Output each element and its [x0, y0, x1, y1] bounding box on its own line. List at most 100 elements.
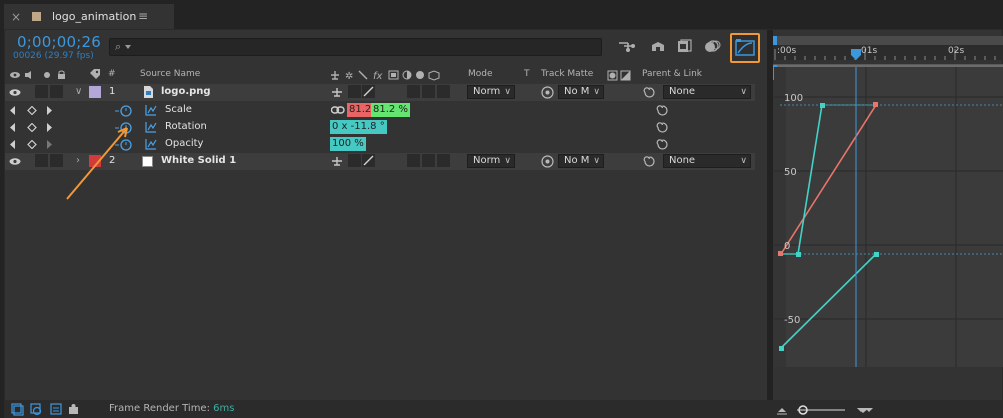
lock-switch[interactable] — [50, 85, 63, 98]
annotation-arrow-icon — [66, 127, 128, 200]
shy-switch-icon[interactable] — [331, 156, 343, 168]
keyframe-navigator[interactable] — [9, 123, 55, 132]
quality-switch-icon[interactable] — [362, 85, 375, 98]
motion-blur-switch[interactable] — [407, 85, 420, 98]
frame-render-time-label: Frame Render Time: — [109, 403, 210, 414]
motion-blur-switch[interactable] — [407, 154, 420, 167]
track-matte-select[interactable]: No M ∨ — [558, 85, 604, 99]
parent-value: None — [669, 155, 696, 166]
matte-header-icons — [607, 70, 631, 81]
current-time-display[interactable]: 0;00;00;26 — [17, 33, 101, 51]
composition-tab[interactable]: × logo_animation ≡ — [4, 4, 174, 29]
svg-text:✲: ✲ — [345, 71, 353, 81]
track-matte-select[interactable]: No M ∨ — [558, 154, 604, 168]
property-pick-whip-icon[interactable] — [656, 121, 669, 134]
search-icon: ⌕ — [115, 40, 122, 53]
3d-layer-switch[interactable] — [437, 85, 450, 98]
close-tab-icon[interactable]: × — [11, 10, 21, 24]
panel-splitter[interactable] — [767, 30, 773, 418]
parent-select[interactable]: None ∨ — [663, 85, 751, 99]
timeline-panel: 0;00;00;26 00026 (29.97 fps) ⌕ # Source — [4, 29, 1003, 418]
graph-editor-area[interactable]: 100 50 0 -50 — [774, 67, 1003, 367]
motion-blur-icon[interactable] — [701, 38, 723, 56]
time-ruler-graphic — [773, 36, 1003, 60]
column-parent-link[interactable]: Parent & Link — [642, 69, 702, 79]
collapse-switch[interactable] — [348, 154, 361, 167]
column-number: # — [108, 69, 116, 79]
layer-switches-header-icons: ✲ fx — [331, 70, 440, 81]
track-matte-value: No M — [564, 86, 590, 97]
panel-menu-icon[interactable]: ≡ — [138, 9, 148, 23]
value-graph — [774, 67, 1003, 367]
parent-pick-whip-icon[interactable] — [643, 86, 656, 99]
column-mode[interactable]: Mode — [468, 69, 493, 79]
property-name-opacity: Opacity — [165, 138, 204, 149]
blend-mode-select[interactable]: Norm ∨ — [467, 154, 515, 168]
y-label-0: 0 — [784, 241, 791, 252]
layer-name[interactable]: White Solid 1 — [161, 155, 236, 166]
keyframe-navigator[interactable] — [9, 106, 55, 115]
svg-text:fx: fx — [373, 71, 383, 81]
property-name-scale: Scale — [165, 104, 192, 115]
keyframe-navigator[interactable] — [9, 140, 55, 149]
stopwatch-icon[interactable] — [113, 103, 145, 117]
blend-mode-select[interactable]: Norm ∨ — [467, 85, 515, 99]
adjustment-switch[interactable] — [422, 154, 435, 167]
track-matte-value: No M — [564, 155, 590, 166]
time-ruler[interactable]: :00s 01s 02s — [773, 36, 1003, 60]
property-pick-whip-icon[interactable] — [656, 104, 669, 117]
graph-include-icon[interactable] — [145, 104, 157, 116]
quality-switch-icon[interactable] — [362, 154, 375, 167]
preserve-transparency-icon[interactable] — [541, 86, 554, 99]
column-source-name[interactable]: Source Name — [140, 69, 200, 79]
rotation-value[interactable]: 0 x -11.8 ° — [330, 120, 387, 134]
solid-layer-icon — [142, 156, 153, 167]
frame-count-display: 00026 (29.97 fps) — [13, 51, 94, 61]
shy-switch-icon[interactable] — [331, 87, 343, 99]
frame-blending-icon[interactable] — [674, 38, 696, 56]
frame-render-time-value: 6ms — [213, 403, 235, 414]
solo-switch[interactable] — [35, 85, 48, 98]
ruler-label-1s: 01s — [861, 46, 878, 56]
column-track-matte[interactable]: Track Matte — [541, 69, 593, 79]
blend-mode-value: Norm — [473, 86, 501, 97]
property-name-rotation: Rotation — [165, 121, 207, 132]
property-pick-whip-icon[interactable] — [656, 138, 669, 151]
layer-row-1[interactable]: ∨ 1 logo.png Norm ∨ No M ∨ None ∨ — [5, 84, 755, 101]
scale-x-value[interactable]: 81.2 — [347, 103, 374, 117]
solo-switch[interactable] — [35, 154, 48, 167]
y-label-100: 100 — [784, 93, 804, 104]
parent-pick-whip-icon[interactable] — [643, 155, 656, 168]
ruler-label-2s: 02s — [948, 46, 965, 56]
collapse-chevron-icon[interactable]: ∨ — [75, 86, 82, 97]
shy-layers-icon[interactable] — [647, 38, 669, 56]
layer-name[interactable]: logo.png — [161, 86, 211, 97]
preserve-transparency-icon[interactable] — [541, 155, 554, 168]
constrain-proportions-icon[interactable] — [331, 105, 345, 115]
footage-file-icon — [144, 86, 153, 98]
video-eye-icon[interactable] — [9, 157, 21, 166]
opacity-value[interactable]: 100 % — [330, 137, 366, 151]
adjustment-switch[interactable] — [422, 85, 435, 98]
composition-title: logo_animation — [52, 10, 137, 23]
graph-include-icon[interactable] — [145, 138, 157, 150]
layer-search-input[interactable]: ⌕ — [109, 38, 602, 56]
y-label-50: 50 — [784, 167, 797, 178]
graph-editor-button[interactable] — [730, 33, 760, 63]
graph-include-icon[interactable] — [145, 121, 157, 133]
video-eye-icon[interactable] — [9, 88, 21, 97]
timeline-footer: Frame Render Time: 6ms — [5, 400, 1003, 418]
label-header-icon — [90, 69, 100, 79]
collapse-switch[interactable] — [348, 85, 361, 98]
column-trkmat-t: T — [524, 69, 530, 79]
zoom-slider[interactable] — [775, 403, 885, 416]
parent-select[interactable]: None ∨ — [663, 154, 751, 168]
graph-editor-icon — [735, 39, 755, 56]
property-row-scale[interactable]: Scale 81.2 81.2 % — [5, 102, 755, 119]
3d-layer-switch[interactable] — [437, 154, 450, 167]
draft-3d-icon[interactable] — [615, 38, 637, 56]
y-label-minus-50: -50 — [784, 315, 801, 326]
scale-y-value[interactable]: 81.2 % — [371, 103, 410, 117]
ruler-label-0s: :00s — [777, 46, 797, 56]
label-color-swatch[interactable] — [89, 86, 101, 98]
